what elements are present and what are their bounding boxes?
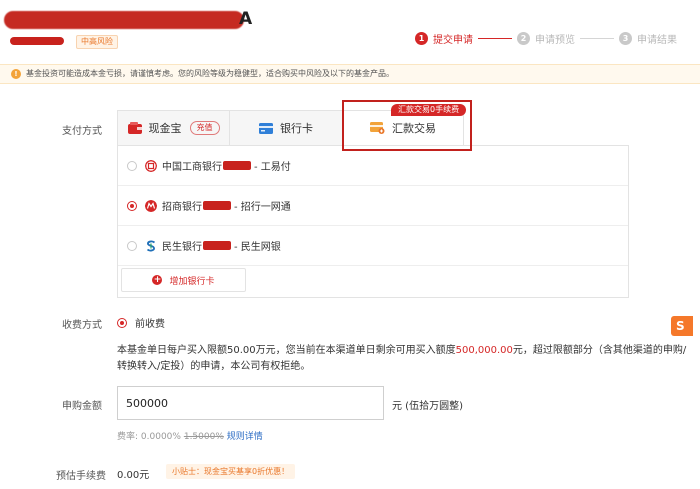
step-number: 3 (619, 32, 632, 45)
purchase-limit-notice: 本基金单日每户买入限额50.00万元，您当前在本渠道单日剩余可用买入额度500,… (117, 343, 692, 375)
step-label: 申请结果 (637, 35, 677, 46)
bank-card-icon (259, 122, 273, 134)
step-number: 2 (517, 32, 530, 45)
bank-option-icbc[interactable]: 中国工商银行 - 工易付 (118, 146, 628, 186)
limit-text-part1: 本基金单日每户买入限额50.00万元，您当前在本渠道单日剩余可用买入额度 (117, 345, 456, 356)
account-number-redaction (203, 241, 231, 250)
fee-rules-link[interactable]: 规则详情 (227, 432, 263, 442)
fund-title: A (0, 8, 252, 30)
tab-bank-card[interactable]: 银行卡 (230, 110, 343, 146)
step-connector (580, 38, 614, 39)
input-method-icon[interactable]: S (671, 316, 693, 336)
cmb-logo-icon (145, 199, 157, 212)
step-number: 1 (415, 32, 428, 45)
radio-button[interactable] (127, 160, 137, 171)
fund-title-redaction (4, 11, 244, 29)
add-bank-card-label: 增加银行卡 (169, 276, 215, 287)
risk-notice-bar: ! 基金投资可能造成本金亏损，请谨慎考虑。您的风险等级为稳健型，适合购买中风险及… (0, 64, 700, 84)
bank-channel: - 工易付 (254, 162, 291, 173)
fee-mode-option-label: 前收费 (135, 319, 165, 330)
step-result: 3 申请结果 (619, 31, 677, 46)
radio-button[interactable] (127, 240, 137, 251)
cmbc-logo-icon (146, 240, 156, 251)
fund-title-suffix: A (239, 9, 253, 29)
fee-rate-current: 0.0000% (140, 432, 181, 442)
icbc-logo-icon (145, 159, 157, 172)
bank-channel: - 招行一网通 (234, 202, 291, 213)
estimated-fee-value: 0.00元 (117, 470, 150, 481)
tip-banner: 小贴士：现金宝买基享0折优惠！ (166, 464, 296, 479)
fee-mode-label: 收费方式 (62, 320, 102, 331)
tab-label: 汇款交易 (392, 122, 436, 135)
payment-method-label: 支付方式 (62, 126, 102, 137)
fee-rate-original: 1.5000% (183, 432, 224, 442)
step-preview: 2 申请预览 (517, 31, 575, 46)
progress-steps: 1 提交申请 2 申请预览 3 申请结果 (415, 31, 677, 46)
step-label: 提交申请 (433, 35, 473, 46)
tab-cash-treasure[interactable]: 现金宝 充值 (117, 110, 230, 146)
amount-in-words: 元 (伍拾万圆整) (392, 401, 463, 412)
step-submit: 1 提交申请 (415, 31, 473, 46)
account-number-redaction (203, 201, 231, 210)
remaining-quota: 500,000.00 (455, 345, 513, 356)
fee-mode-option-front[interactable]: 前收费 (117, 315, 165, 330)
step-connector (478, 38, 512, 39)
bank-name: 招商银行 (162, 202, 202, 213)
recharge-button[interactable]: 充值 (189, 121, 220, 135)
step-label: 申请预览 (535, 35, 575, 46)
purchase-amount-label: 申购金额 (62, 401, 102, 412)
fund-code-redaction (10, 37, 64, 45)
bank-option-cmbc[interactable]: 民生银行 - 民生网银 (118, 226, 628, 266)
add-bank-card-button[interactable]: + 增加银行卡 (121, 268, 246, 292)
fee-rate-prefix: 费率: (117, 432, 139, 442)
plus-icon: + (152, 275, 163, 285)
account-number-redaction (223, 161, 251, 170)
estimated-fee-label: 预估手续费 (56, 471, 106, 482)
purchase-amount-input[interactable] (117, 386, 384, 420)
radio-button-selected[interactable] (127, 200, 137, 211)
wallet-icon (127, 122, 142, 134)
remittance-icon (370, 122, 385, 134)
risk-notice-text: 基金投资可能造成本金亏损，请谨慎考虑。您的风险等级为稳健型，适合购买中风险及以下… (26, 69, 394, 78)
warning-icon: ! (11, 69, 21, 79)
tab-label: 现金宝 (148, 122, 182, 135)
risk-level-badge: 中高风险 (76, 35, 118, 49)
zero-fee-badge: 汇款交易0手续费 (391, 104, 467, 116)
radio-button-selected[interactable] (117, 317, 127, 328)
bank-channel: - 民生网银 (234, 242, 281, 253)
bank-name: 民生银行 (162, 242, 202, 253)
tab-label: 银行卡 (280, 122, 313, 135)
bank-name: 中国工商银行 (162, 162, 222, 173)
bank-option-cmb[interactable]: 招商银行 - 招行一网通 (118, 186, 628, 226)
fee-rate-line: 费率: 0.0000% 1.5000% 规则详情 (117, 429, 263, 442)
